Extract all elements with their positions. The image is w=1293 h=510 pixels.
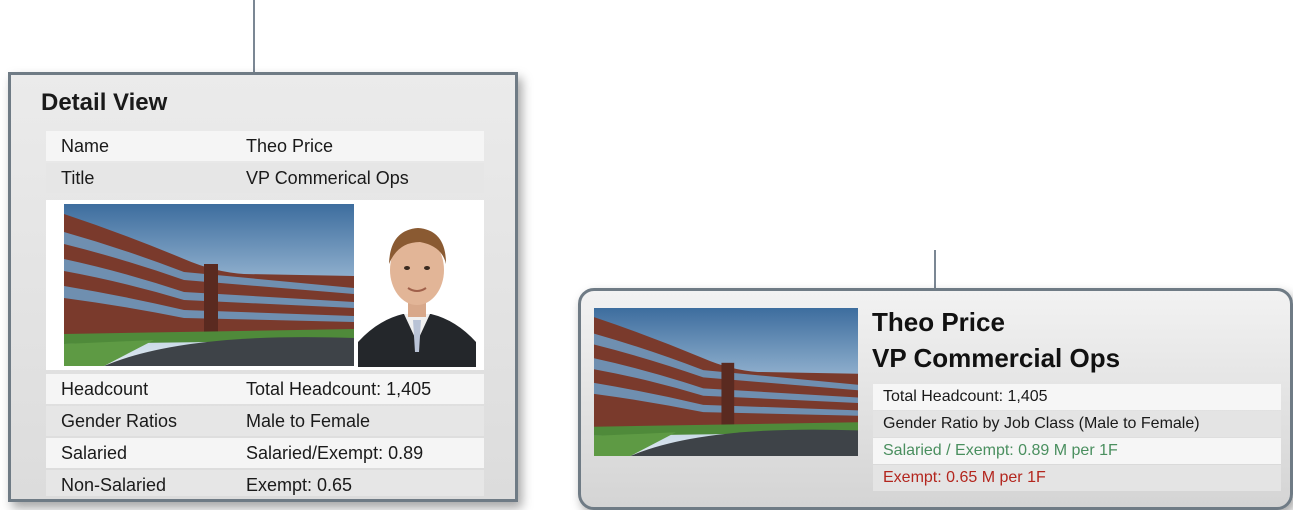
summary-row-text: Total Headcount: 1,405 <box>883 388 1048 405</box>
detail-row-label: Headcount <box>61 379 149 399</box>
summary-row-exempt: Exempt: 0.65 M per 1F <box>873 465 1281 491</box>
detail-row-salaried: Salaried Salaried/Exempt: 0.89 <box>46 438 484 468</box>
detail-row-value: Theo Price <box>246 136 334 156</box>
detail-row-value: VP Commerical Ops <box>246 168 409 188</box>
summary-row-headcount: Total Headcount: 1,405 <box>873 384 1281 410</box>
detail-row-title: Title VP Commerical Ops <box>46 163 484 193</box>
connector-line-detail <box>253 0 255 72</box>
building-photo <box>594 308 858 456</box>
detail-row-label: Salaried <box>61 443 128 463</box>
detail-row-label: Title <box>61 168 95 188</box>
detail-row-value: Total Headcount: 1,405 <box>246 379 432 399</box>
connector-line-summary <box>934 250 936 288</box>
summary-row-text: Salaried / Exempt: 0.89 M per 1F <box>883 442 1118 459</box>
detail-row-label: Gender Ratios <box>61 411 178 431</box>
building-photo <box>64 204 354 366</box>
detail-row-value: Male to Female <box>246 411 371 431</box>
summary-title: VP Commercial Ops <box>872 343 1121 373</box>
detail-row-value: Exempt: 0.65 <box>246 475 353 495</box>
detail-view-title: Detail View <box>41 89 168 116</box>
detail-row-label: Non-Salaried <box>61 475 167 495</box>
detail-row-gender: Gender Ratios Male to Female <box>46 406 484 436</box>
summary-row-text: Gender Ratio by Job Class (Male to Femal… <box>883 415 1200 432</box>
detail-row-non-salaried: Non-Salaried Exempt: 0.65 <box>46 470 484 496</box>
summary-row-text: Exempt: 0.65 M per 1F <box>883 469 1046 486</box>
detail-row-name: Name Theo Price <box>46 131 484 161</box>
summary-card[interactable]: Theo Price VP Commercial Ops Total Headc… <box>578 288 1293 510</box>
detail-row-label: Name <box>61 136 110 156</box>
summary-row-salaried: Salaried / Exempt: 0.89 M per 1F <box>873 438 1281 464</box>
detail-row-headcount: Headcount Total Headcount: 1,405 <box>46 374 484 404</box>
summary-name: Theo Price <box>872 307 1005 337</box>
profile-photo <box>358 202 476 367</box>
detail-view-card[interactable]: Detail View Name Theo Price Title VP Com… <box>8 72 518 502</box>
detail-row-value: Salaried/Exempt: 0.89 <box>246 443 424 463</box>
photo-panel <box>46 200 484 370</box>
summary-row-gender: Gender Ratio by Job Class (Male to Femal… <box>873 411 1281 437</box>
